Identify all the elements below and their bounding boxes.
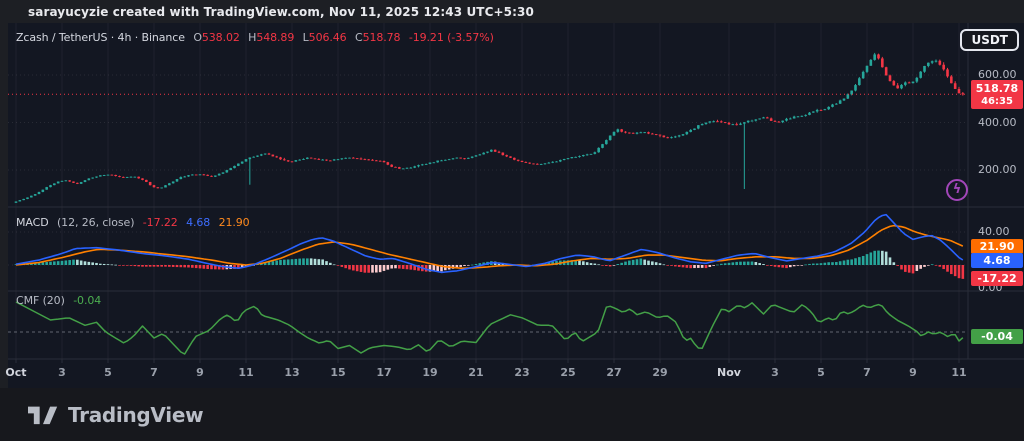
- price-axis-label: 40.00: [978, 225, 1010, 239]
- symbol-legend[interactable]: Zcash / TetherUS · 4h · Binance O538.02 …: [16, 31, 499, 44]
- time-axis-label: 11: [238, 366, 253, 380]
- low-label: L: [303, 31, 309, 44]
- macd-signal-value: 21.90: [219, 216, 250, 229]
- time-axis-label: 7: [150, 366, 158, 380]
- bar-countdown: 46:35: [971, 95, 1023, 108]
- time-axis-label: 9: [196, 366, 204, 380]
- price-axis-label: 200.00: [978, 163, 1017, 177]
- cmf-legend[interactable]: CMF (20) -0.04: [16, 294, 106, 307]
- time-axis-month-label: Oct: [5, 366, 26, 380]
- macd-hist-value: -17.22: [143, 216, 178, 229]
- last-price-badge: 518.78 46:35: [971, 80, 1023, 109]
- last-price-value: 518.78: [971, 82, 1023, 95]
- flash-icon[interactable]: ϟ: [946, 179, 968, 201]
- time-axis-label: 27: [606, 366, 621, 380]
- time-axis-label: 19: [422, 366, 437, 380]
- macd-line-value: 4.68: [186, 216, 210, 229]
- high-value: 548.89: [256, 31, 294, 44]
- chart-canvas[interactable]: Zcash / TetherUS · 4h · Binance O538.02 …: [8, 23, 1024, 388]
- change-value: -19.21 (-3.57%): [409, 31, 494, 44]
- macd-legend[interactable]: MACD (12, 26, close) -17.22 4.68 21.90: [16, 216, 255, 229]
- close-value: 518.78: [363, 31, 401, 44]
- symbol-title[interactable]: Zcash / TetherUS · 4h · Binance: [16, 31, 185, 44]
- open-value: 538.02: [202, 31, 240, 44]
- attribution-text: sarayucyzie created with TradingView.com…: [28, 5, 534, 19]
- time-axis-label: 17: [376, 366, 391, 380]
- macd-hist-badge: -17.22: [971, 271, 1023, 286]
- time-axis-label: 9: [909, 366, 917, 380]
- time-axis-label: 7: [863, 366, 871, 380]
- macd-title[interactable]: MACD: [16, 216, 49, 229]
- low-value: 506.46: [309, 31, 347, 44]
- attribution-bar: sarayucyzie created with TradingView.com…: [0, 0, 1024, 23]
- close-label: C: [355, 31, 363, 44]
- time-axis-label: 15: [330, 366, 345, 380]
- cmf-value: -0.04: [73, 294, 101, 307]
- time-axis-label: 3: [771, 366, 779, 380]
- tradingview-logo-text: TradingView: [68, 403, 203, 427]
- time-axis-label: 5: [104, 366, 112, 380]
- cmf-title[interactable]: CMF (20): [16, 294, 65, 307]
- time-axis-label: 11: [951, 366, 966, 380]
- price-axis-label: 400.00: [978, 116, 1017, 130]
- macd-line-badge: 4.68: [971, 253, 1023, 268]
- tradingview-snapshot: sarayucyzie created with TradingView.com…: [0, 0, 1024, 441]
- tradingview-logo-icon: [28, 403, 58, 427]
- time-axis-label: 25: [560, 366, 575, 380]
- time-axis-label: 29: [652, 366, 667, 380]
- footer-bar: TradingView: [0, 388, 1024, 441]
- time-axis-label: 21: [468, 366, 483, 380]
- time-axis-month-label: Nov: [717, 366, 741, 380]
- macd-params: (12, 26, close): [57, 216, 134, 229]
- time-axis-label: 5: [817, 366, 825, 380]
- time-axis-label: 23: [514, 366, 529, 380]
- chart-svg[interactable]: [8, 23, 1024, 388]
- cmf-value-badge: -0.04: [971, 329, 1023, 344]
- time-axis-label: 13: [284, 366, 299, 380]
- time-axis-label: 3: [58, 366, 66, 380]
- open-label: O: [193, 31, 202, 44]
- currency-toggle-button[interactable]: USDT: [960, 29, 1019, 51]
- macd-signal-badge: 21.90: [971, 239, 1023, 254]
